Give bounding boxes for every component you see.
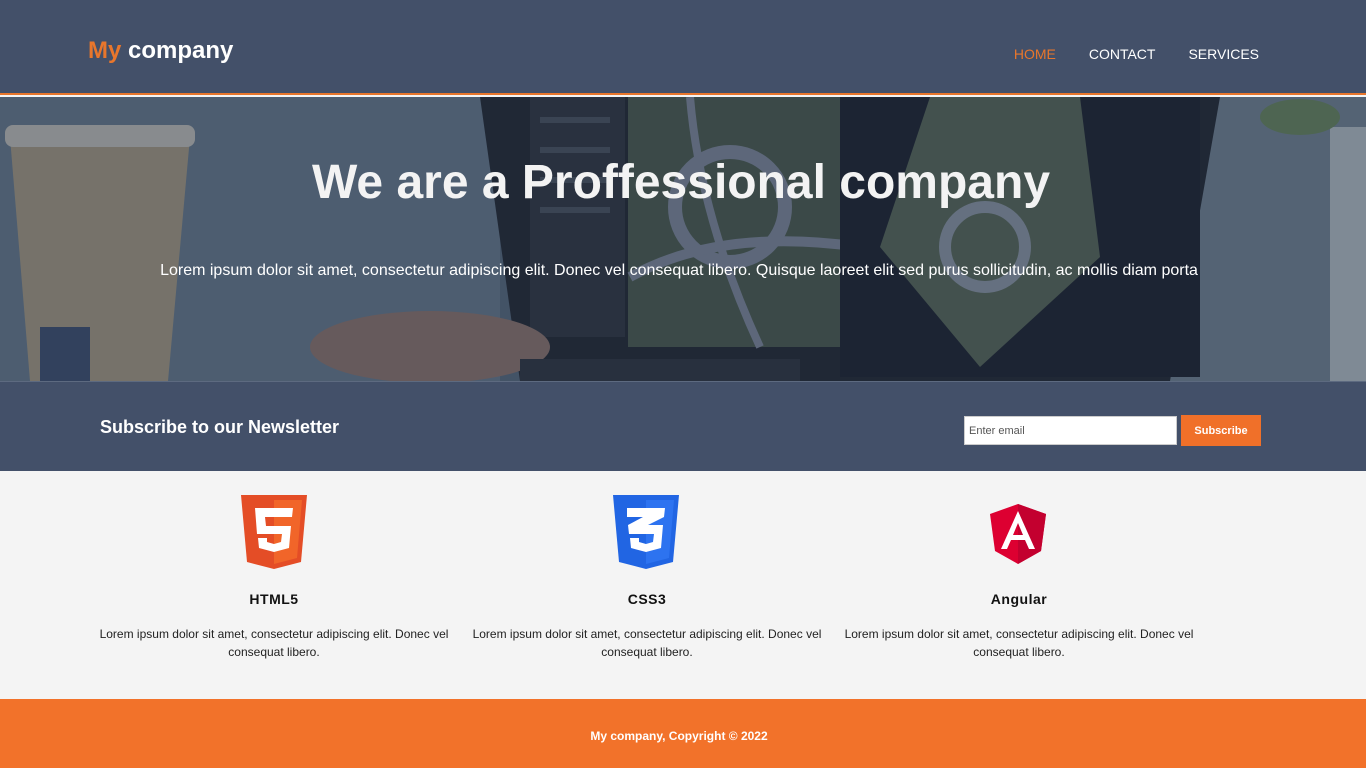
feature-title: CSS3: [627, 591, 667, 607]
nav-home-link[interactable]: HOME: [1014, 46, 1056, 62]
subscribe-button[interactable]: Subscribe: [1181, 415, 1261, 446]
copyright-text: My company, Copyright © 2022: [590, 729, 768, 743]
main-nav: HOME CONTACT SERVICES: [1014, 46, 1259, 62]
feature-description: Lorem ipsum dolor sit amet, consectetur …: [99, 627, 449, 659]
html5-icon: [241, 495, 307, 569]
feature-title: Angular: [990, 591, 1048, 607]
hero-description: Lorem ipsum dolor sit amet, consectetur …: [160, 262, 1198, 279]
nav-services-link[interactable]: SERVICES: [1188, 46, 1259, 62]
logo-text: company: [121, 37, 234, 64]
site-footer: My company, Copyright © 2022: [0, 699, 1366, 768]
hero-section: We are a Proffessional company Lorem ips…: [0, 97, 1366, 381]
feature-title: HTML5: [249, 591, 299, 607]
email-input[interactable]: [964, 416, 1177, 445]
angular-icon: [990, 504, 1046, 564]
newsletter-section: Subscribe to our Newsletter Subscribe: [0, 381, 1366, 471]
features-section: HTML5 Lorem ipsum dolor sit amet, consec…: [0, 471, 1366, 699]
site-header: My company HOME CONTACT SERVICES: [0, 0, 1366, 95]
nav-contact-link[interactable]: CONTACT: [1089, 46, 1156, 62]
logo[interactable]: My company: [88, 36, 233, 66]
hero-overlay: [0, 97, 1366, 381]
hero-title: We are a Proffessional company: [311, 156, 1051, 209]
newsletter-title: Subscribe to our Newsletter: [100, 417, 340, 437]
feature-description: Lorem ipsum dolor sit amet, consectetur …: [844, 627, 1194, 659]
feature-description: Lorem ipsum dolor sit amet, consectetur …: [472, 627, 822, 659]
logo-accent-text: My: [88, 37, 122, 64]
css3-icon: [613, 495, 679, 569]
